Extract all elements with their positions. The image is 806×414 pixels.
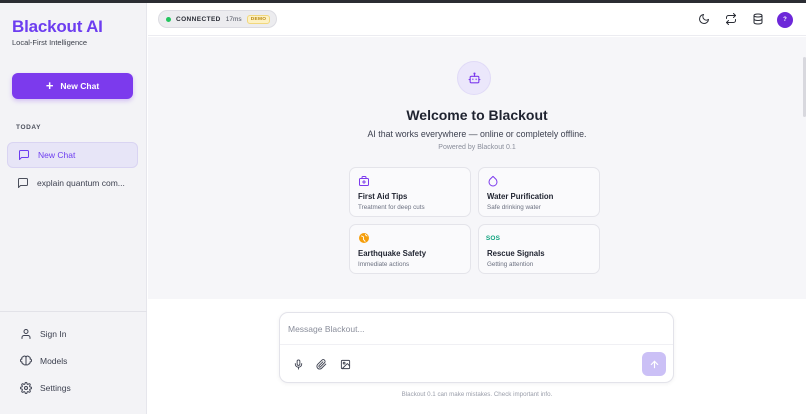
card-desc: Treatment for deep cuts (358, 204, 425, 211)
water-drop-icon (487, 175, 499, 187)
suggestion-card-water[interactable]: Water Purification Safe drinking water (478, 167, 600, 217)
chat-item-label: explain quantum com... (37, 178, 125, 188)
welcome-subtitle: AI that works everywhere — online or com… (367, 129, 587, 139)
composer (279, 312, 674, 383)
arrow-up-icon (649, 359, 660, 370)
new-chat-label: New Chat (60, 81, 100, 91)
microphone-icon[interactable] (291, 357, 305, 371)
demo-badge: DEMO (246, 14, 271, 24)
welcome-title: Welcome to Blackout (406, 107, 548, 123)
gear-icon (20, 382, 32, 394)
chat-bubble-icon (17, 177, 29, 189)
new-chat-button[interactable]: + New Chat (12, 73, 133, 99)
card-desc: Getting attention (487, 261, 534, 268)
paperclip-icon[interactable] (314, 357, 328, 371)
settings-button[interactable]: Settings (20, 382, 71, 394)
bot-icon (457, 61, 491, 95)
card-title: Rescue Signals (487, 249, 545, 258)
status-text: CONNECTED (176, 15, 221, 23)
brand-title: Blackout AI (12, 17, 103, 36)
avatar[interactable]: ? (777, 12, 793, 28)
composer-divider (280, 344, 673, 345)
brain-icon (20, 355, 32, 367)
card-title: Water Purification (487, 192, 554, 201)
database-icon[interactable] (751, 12, 765, 26)
models-label: Models (40, 356, 68, 366)
sign-in-button[interactable]: Sign In (20, 328, 66, 340)
sos-icon: SOS (485, 234, 501, 242)
moon-icon[interactable] (697, 12, 711, 26)
composer-area: Blackout 0.1 can make mistakes. Check im… (148, 299, 806, 414)
chat-item-quantum[interactable]: explain quantum com... (7, 170, 138, 196)
send-button[interactable] (642, 352, 666, 376)
globe-icon (358, 232, 370, 244)
section-label-today: TODAY (16, 124, 42, 131)
header: CONNECTED 17ms DEMO ? (148, 3, 806, 36)
refresh-icon[interactable] (724, 12, 738, 26)
card-title: First Aid Tips (358, 192, 408, 201)
suggestion-card-earthquake[interactable]: Earthquake Safety Immediate actions (349, 224, 471, 274)
sidebar: Blackout AI Local-First Intelligence + N… (0, 3, 147, 414)
card-desc: Immediate actions (358, 261, 410, 268)
brand-tagline: Local-First Intelligence (12, 38, 88, 47)
main-content: Welcome to Blackout AI that works everyw… (148, 37, 806, 299)
models-button[interactable]: Models (20, 355, 67, 367)
plus-icon: + (45, 78, 54, 93)
card-title: Earthquake Safety (358, 249, 427, 258)
card-desc: Safe drinking water (487, 204, 541, 211)
message-input[interactable] (288, 321, 658, 337)
latency-value: 17ms (225, 15, 242, 23)
settings-label: Settings (40, 383, 71, 393)
chat-item-new-chat[interactable]: New Chat (7, 142, 138, 168)
suggestion-card-first-aid[interactable]: First Aid Tips Treatment for deep cuts (349, 167, 471, 217)
suggestion-card-rescue[interactable]: SOS Rescue Signals Getting attention (478, 224, 600, 274)
sign-in-label: Sign In (40, 329, 67, 339)
powered-by: Powered by Blackout 0.1 (438, 144, 516, 151)
user-icon (20, 328, 32, 340)
first-aid-icon (358, 175, 370, 187)
disclaimer: Blackout 0.1 can make mistakes. Check im… (401, 391, 553, 398)
chat-bubble-icon (18, 149, 30, 161)
sidebar-divider (0, 311, 147, 312)
connection-status[interactable]: CONNECTED 17ms DEMO (158, 10, 278, 28)
chat-item-label: New Chat (38, 150, 76, 160)
status-dot-icon (166, 16, 171, 22)
image-icon[interactable] (338, 357, 352, 371)
